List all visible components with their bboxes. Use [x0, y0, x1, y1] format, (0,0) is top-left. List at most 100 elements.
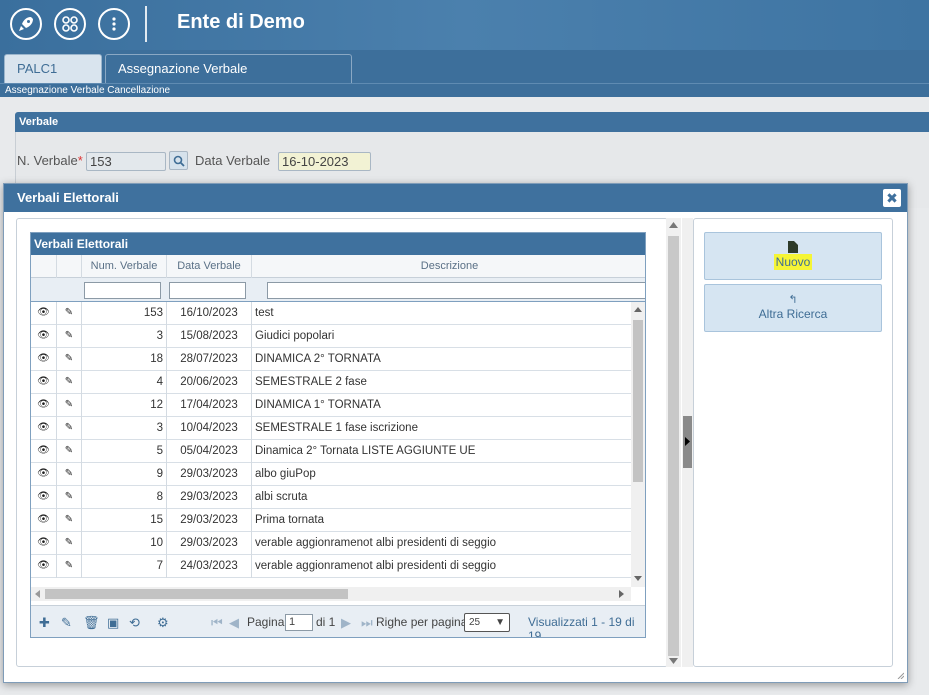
- edit-icon[interactable]: ✎: [57, 302, 82, 325]
- nuovo-label: Nuovo: [773, 254, 813, 270]
- view-icon[interactable]: 👁: [31, 555, 57, 578]
- edit-icon[interactable]: ✎: [57, 371, 82, 394]
- cell-descrizione: SEMESTRALE 1 fase iscrizione: [255, 422, 418, 434]
- table-row[interactable]: 👁 ✎ 8 29/03/2023 albi scruta: [31, 486, 631, 509]
- verbale-panel-title: Verbale: [15, 112, 929, 132]
- last-page-icon[interactable]: ⏭: [361, 615, 373, 631]
- view-icon[interactable]: 👁: [31, 440, 57, 463]
- records-summary: Visualizzati 1 - 19 di 19: [528, 615, 635, 638]
- cell-num-verbale: 3: [82, 325, 167, 348]
- grid-header: Num. Verbale Data Verbale Descrizione: [31, 255, 645, 278]
- cell-descrizione: test: [255, 307, 274, 319]
- edit-icon[interactable]: ✎: [57, 325, 82, 348]
- col-num-verbale[interactable]: Num. Verbale: [82, 255, 167, 278]
- cell-num-verbale: 9: [82, 463, 167, 486]
- n-verbale-input[interactable]: 153: [86, 152, 166, 171]
- col-descrizione[interactable]: Descrizione: [252, 255, 645, 278]
- apps-grid-icon[interactable]: [54, 8, 86, 40]
- table-row[interactable]: 👁 ✎ 3 10/04/2023 SEMESTRALE 1 fase iscrizion…: [31, 417, 631, 440]
- filter-date-input[interactable]: [169, 282, 246, 299]
- table-row[interactable]: 👁 ✎ 10 29/03/2023 verable aggionramenot albi…: [31, 532, 631, 555]
- view-icon[interactable]: 👁: [31, 463, 57, 486]
- edit-icon[interactable]: ✎: [57, 463, 82, 486]
- resize-grip-icon[interactable]: [896, 671, 904, 679]
- export-icon[interactable]: ▣: [107, 615, 119, 631]
- col-edit: [57, 255, 82, 278]
- edit-icon[interactable]: ✎: [57, 532, 82, 555]
- edit-icon[interactable]: ✎: [57, 440, 82, 463]
- table-row[interactable]: 👁 ✎ 15 29/03/2023 Prima tornata: [31, 509, 631, 532]
- required-mark: *: [77, 153, 83, 168]
- close-icon[interactable]: ✖: [882, 188, 902, 208]
- table-row[interactable]: 👁 ✎ 4 20/06/2023 SEMESTRALE 2 fase: [31, 371, 631, 394]
- cell-data-verbale: 20/06/2023: [167, 371, 252, 394]
- altra-ricerca-button[interactable]: ↰ Altra Ricerca: [704, 284, 882, 332]
- search-icon: [173, 155, 185, 167]
- cell-num-verbale: 4: [82, 371, 167, 394]
- cell-data-verbale: 24/03/2023: [167, 555, 252, 578]
- view-icon[interactable]: 👁: [31, 532, 57, 555]
- table-row[interactable]: 👁 ✎ 153 16/10/2023 test: [31, 302, 631, 325]
- prev-page-icon[interactable]: ◀: [229, 615, 239, 631]
- view-icon[interactable]: 👁: [31, 417, 57, 440]
- cell-num-verbale: 18: [82, 348, 167, 371]
- col-data-verbale[interactable]: Data Verbale: [167, 255, 252, 278]
- tab-assegnazione[interactable]: Assegnazione Verbale Cancellazione✖: [105, 54, 352, 104]
- table-row[interactable]: 👁 ✎ 12 17/04/2023 DINAMICA 1° TORNATA: [31, 394, 631, 417]
- rows-per-page-select[interactable]: 25 ▼: [464, 613, 510, 632]
- cell-descrizione: Giudici popolari: [255, 330, 335, 342]
- edit-icon[interactable]: ✎: [57, 394, 82, 417]
- table-row[interactable]: 👁 ✎ 5 05/04/2023 Dinamica 2° Tornata LISTE A…: [31, 440, 631, 463]
- cell-descrizione: DINAMICA 2° TORNATA: [255, 353, 381, 365]
- edit-icon[interactable]: ✎: [57, 555, 82, 578]
- cell-data-verbale: 29/03/2023: [167, 532, 252, 555]
- search-button[interactable]: [169, 151, 188, 170]
- grid-horizontal-scrollbar[interactable]: [31, 587, 631, 601]
- cell-descrizione: albi scruta: [255, 491, 308, 503]
- filter-desc-input[interactable]: [267, 282, 645, 299]
- next-page-icon[interactable]: ▶: [341, 615, 351, 631]
- table-row[interactable]: 👁 ✎ 18 28/07/2023 DINAMICA 2° TORNATA: [31, 348, 631, 371]
- verbali-grid: Verbali Elettorali Num. Verbale Data Ver…: [30, 232, 646, 638]
- add-icon[interactable]: ✚: [39, 615, 50, 631]
- file-icon: [705, 241, 881, 255]
- cell-num-verbale: 10: [82, 532, 167, 555]
- edit-icon[interactable]: ✎: [57, 486, 82, 509]
- breadcrumb: Assegnazione Verbale Cancellazione: [0, 83, 929, 97]
- filter-num-input[interactable]: [84, 282, 161, 299]
- edit-icon[interactable]: ✎: [61, 615, 72, 631]
- refresh-icon[interactable]: ⟲: [129, 615, 140, 631]
- edit-icon[interactable]: ✎: [57, 417, 82, 440]
- pane-scrollbar[interactable]: [666, 218, 681, 667]
- more-vertical-icon[interactable]: [98, 8, 130, 40]
- cell-descrizione: DINAMICA 1° TORNATA: [255, 399, 381, 411]
- edit-icon[interactable]: ✎: [57, 348, 82, 371]
- view-icon[interactable]: 👁: [31, 509, 57, 532]
- cell-data-verbale: 16/10/2023: [167, 302, 252, 325]
- cell-data-verbale: 29/03/2023: [167, 509, 252, 532]
- view-icon[interactable]: 👁: [31, 371, 57, 394]
- settings-icon[interactable]: ⚙: [157, 615, 169, 631]
- view-icon[interactable]: 👁: [31, 302, 57, 325]
- data-verbale-label: Data Verbale: [195, 153, 271, 168]
- table-row[interactable]: 👁 ✎ 9 29/03/2023 albo giuPop: [31, 463, 631, 486]
- data-verbale-input[interactable]: 16-10-2023: [278, 152, 371, 171]
- view-icon[interactable]: 👁: [31, 348, 57, 371]
- edit-icon[interactable]: ✎: [57, 509, 82, 532]
- cell-data-verbale: 29/03/2023: [167, 463, 252, 486]
- grid-pager: ✚ ✎ 🗑 ▣ ⟲ ⚙ ⏮ ◀ Pagina 1 di 1 ▶ ⏭ Righe …: [31, 605, 645, 637]
- delete-icon[interactable]: 🗑: [83, 615, 100, 631]
- tab-home[interactable]: PALC1 Home: [4, 54, 102, 104]
- table-row[interactable]: 👁 ✎ 3 15/08/2023 Giudici popolari: [31, 325, 631, 348]
- splitter-handle[interactable]: [682, 218, 693, 667]
- view-icon[interactable]: 👁: [31, 486, 57, 509]
- grid-vertical-scrollbar[interactable]: [631, 302, 645, 587]
- rocket-icon[interactable]: [10, 8, 42, 40]
- table-row[interactable]: 👁 ✎ 7 24/03/2023 verable aggionramenot albi …: [31, 555, 631, 578]
- view-icon[interactable]: 👁: [31, 325, 57, 348]
- nuovo-button[interactable]: Nuovo: [704, 232, 882, 280]
- cell-data-verbale: 29/03/2023: [167, 486, 252, 509]
- page-input[interactable]: 1: [285, 614, 313, 631]
- first-page-icon[interactable]: ⏮: [211, 615, 223, 631]
- view-icon[interactable]: 👁: [31, 394, 57, 417]
